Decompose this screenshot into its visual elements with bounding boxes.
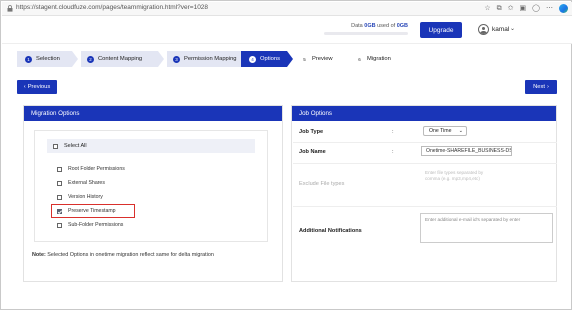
colon: :: [392, 129, 394, 135]
more-icon[interactable]: ⋯: [546, 4, 553, 13]
option-label: Sub-Folder Permissions: [68, 222, 124, 228]
migration-note: Note: Selected Options in onetime migrat…: [32, 252, 214, 258]
step-number: 6: [358, 56, 361, 62]
step-arrow: [158, 51, 164, 67]
url-text[interactable]: https://stagent.cloudfuze.com/pages/team…: [16, 4, 208, 11]
step-number: 4: [249, 55, 256, 63]
divider: [293, 206, 557, 207]
option-label: External Shares: [68, 180, 105, 186]
next-label: Next: [533, 84, 545, 90]
step-number: 5: [303, 56, 306, 62]
previous-label: Previous: [27, 84, 51, 90]
data-usage-bar: [324, 32, 408, 35]
exclude-file-types-label: Exclude File types: [299, 181, 345, 187]
option-external-shares[interactable]: External Shares: [57, 180, 105, 186]
checkbox[interactable]: [57, 222, 62, 228]
option-label: Root Folder Permissions: [68, 166, 125, 172]
divider: [293, 163, 557, 164]
option-root-folder-permissions[interactable]: Root Folder Permissions: [57, 166, 125, 172]
chevron-right-icon: ›: [546, 84, 549, 90]
option-version-history[interactable]: Version History: [57, 194, 103, 200]
checkbox[interactable]: [57, 180, 62, 186]
username[interactable]: kamal: [492, 26, 509, 33]
step-label: Migration: [367, 56, 391, 62]
step-content-mapping[interactable]: 2 Content Mapping: [81, 51, 158, 67]
wizard-steps: 1 Selection 2 Content Mapping 3 Permissi…: [17, 51, 531, 67]
additional-notifications-label: Additional Notifications: [299, 228, 362, 234]
job-name-input[interactable]: Onetime-SHAREFILE_BUSINESS-DS: [421, 146, 512, 156]
migration-options-panel: Migration Options Select All Root Folder…: [23, 105, 283, 282]
checkbox[interactable]: [57, 194, 62, 200]
step-label: Permission Mapping: [184, 56, 237, 62]
exclude-file-types-input[interactable]: Enter file types separated by comma (e.g…: [425, 170, 497, 181]
select-all-row[interactable]: Select All: [47, 139, 255, 153]
select-all-checkbox[interactable]: [53, 143, 58, 149]
colon: :: [392, 149, 394, 155]
browser-address-bar[interactable]: https://stagent.cloudfuze.com/pages/team…: [2, 2, 572, 16]
option-sub-folder-permissions[interactable]: Sub-Folder Permissions: [57, 222, 123, 228]
job-type-value: One Time: [429, 128, 452, 134]
step-number: 3: [173, 55, 180, 63]
data-usage-text: Data 0GB used of 0GB: [351, 23, 408, 29]
option-label: Version History: [68, 194, 103, 200]
browser-actions: ☆ ⧉ ✩ ▣ ◯ ⋯: [484, 4, 568, 13]
previous-button[interactable]: ‹ Previous: [17, 80, 57, 94]
job-options-title: Job Options: [292, 106, 556, 121]
step-options[interactable]: 4 Options: [241, 51, 287, 67]
step-number: 2: [87, 55, 94, 63]
migration-options-title: Migration Options: [24, 106, 282, 121]
job-name-label: Job Name: [299, 149, 326, 155]
step-permission-mapping[interactable]: 3 Permission Mapping: [167, 51, 248, 67]
job-type-label: Job Type: [299, 129, 324, 135]
step-migration[interactable]: 6 Migration: [356, 51, 416, 67]
select-all-label: Select All: [64, 143, 87, 149]
step-label: Preview: [312, 56, 333, 62]
additional-notifications-input[interactable]: Enter additional e-mail id's separated b…: [420, 213, 553, 243]
highlight-box: [51, 204, 135, 218]
step-label: Selection: [36, 56, 60, 62]
app-window: https://stagent.cloudfuze.com/pages/team…: [0, 0, 572, 310]
checkbox[interactable]: [57, 166, 62, 172]
job-type-select[interactable]: One Time ⌄: [423, 126, 467, 136]
app-header: Data 0GB used of 0GB Upgrade kamal ⌄: [2, 16, 572, 44]
copilot-icon[interactable]: [559, 4, 568, 13]
options-list: Select All Root Folder Permissions Exter…: [34, 130, 268, 242]
star-icon[interactable]: ☆: [484, 4, 490, 13]
step-arrow: [72, 51, 78, 67]
step-label: Content Mapping: [98, 56, 143, 62]
upgrade-button[interactable]: Upgrade: [420, 22, 462, 38]
user-avatar-icon[interactable]: [478, 24, 489, 35]
collections-icon[interactable]: ▣: [520, 4, 527, 13]
step-arrow: [287, 51, 293, 67]
extensions-icon[interactable]: ⧉: [497, 4, 502, 13]
note-label: Note:: [32, 252, 46, 258]
next-button[interactable]: Next ›: [525, 80, 557, 94]
chevron-left-icon: ‹: [23, 84, 26, 90]
step-number: 1: [25, 55, 32, 63]
lock-icon: [7, 5, 13, 12]
note-text: Selected Options in onetime migration re…: [47, 252, 214, 258]
divider: [293, 142, 557, 143]
step-selection[interactable]: 1 Selection: [17, 51, 72, 67]
chevron-down-icon: ⌄: [458, 128, 463, 134]
step-preview[interactable]: 5 Preview: [301, 51, 351, 67]
job-options-panel: Job Options Job Type : One Time ⌄ Job Na…: [291, 105, 557, 282]
step-label: Options: [260, 56, 280, 62]
chevron-down-icon[interactable]: ⌄: [510, 25, 515, 32]
profile-icon[interactable]: ◯: [532, 4, 540, 13]
favorites-icon[interactable]: ✩: [508, 4, 514, 13]
